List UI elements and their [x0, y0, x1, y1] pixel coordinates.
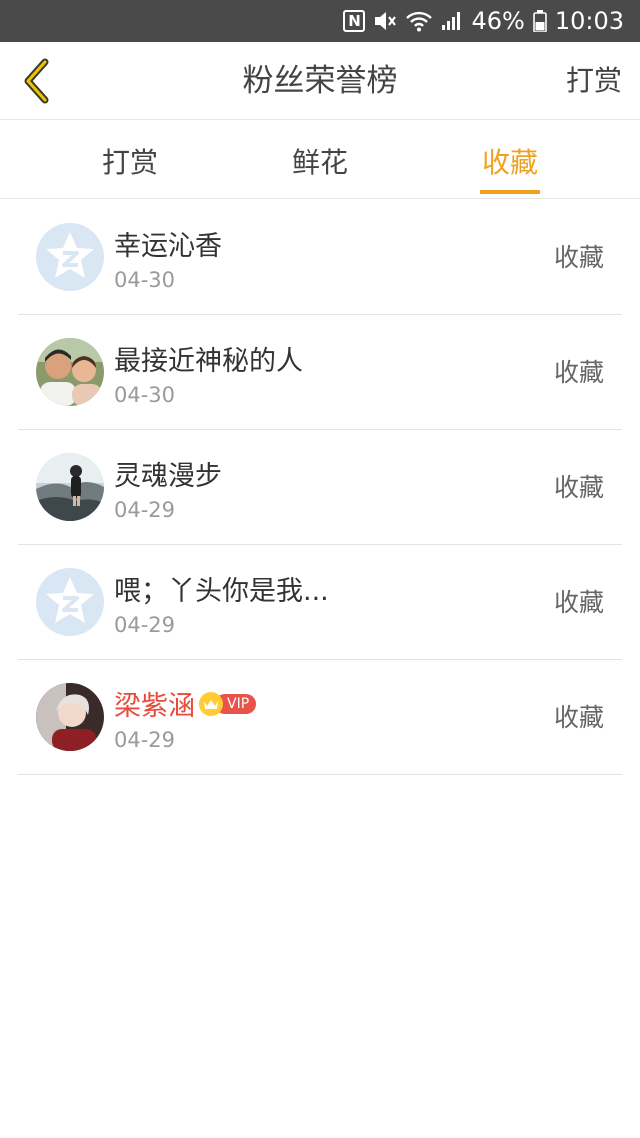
- list-item[interactable]: 梁紫涵 VIP 04-29 收藏: [18, 660, 622, 775]
- active-tab-indicator: [480, 190, 540, 194]
- vip-badge: VIP: [199, 691, 257, 716]
- user-name: 最接近神秘的人: [114, 346, 303, 377]
- item-date: 04-29: [114, 728, 176, 752]
- tab-bar: 打赏 鲜花 收藏: [0, 121, 640, 199]
- user-name: 灵魂漫步: [114, 461, 222, 492]
- signal-icon: [441, 11, 463, 31]
- battery-icon: [533, 10, 547, 32]
- list-item[interactable]: 最接近神秘的人 04-30 收藏: [18, 315, 622, 430]
- item-action-label: 收藏: [553, 358, 604, 387]
- tab-label: 鲜花: [291, 146, 348, 179]
- tab-favorites[interactable]: 收藏: [450, 121, 570, 199]
- user-name-row: 梁紫涵 VIP: [114, 684, 257, 723]
- default-avatar[interactable]: [36, 568, 104, 636]
- item-action-label: 收藏: [553, 473, 604, 502]
- photo-avatar[interactable]: [36, 338, 104, 406]
- tab-label: 打赏: [101, 146, 158, 179]
- item-action-label: 收藏: [553, 588, 604, 617]
- battery-percent: 46%: [471, 7, 525, 35]
- user-name: 幸运沁香: [114, 231, 222, 262]
- tab-flowers[interactable]: 鲜花: [260, 121, 380, 199]
- tab-reward[interactable]: 打赏: [70, 121, 190, 199]
- reward-button[interactable]: 打赏: [566, 42, 622, 120]
- status-bar: N 46% 10:03: [0, 0, 640, 42]
- photo-avatar[interactable]: [36, 683, 104, 751]
- item-action-label: 收藏: [553, 703, 604, 732]
- user-name: 喂；丫头你是我...: [114, 576, 329, 607]
- nfc-icon: N: [343, 10, 366, 32]
- star-icon: [36, 568, 104, 636]
- item-date: 04-29: [114, 498, 176, 522]
- fan-list: 幸运沁香 04-30 收藏 最接近神秘的人 04-30 收藏 灵魂漫步 04-2…: [18, 200, 622, 775]
- item-date: 04-29: [114, 613, 176, 637]
- page-title: 粉丝荣誉榜: [242, 63, 398, 99]
- wifi-icon: [405, 10, 433, 32]
- item-date: 04-30: [114, 383, 176, 407]
- photo-avatar-couple-icon: [36, 338, 104, 406]
- list-item[interactable]: 幸运沁香 04-30 收藏: [18, 200, 622, 315]
- photo-avatar[interactable]: [36, 453, 104, 521]
- default-avatar[interactable]: [36, 223, 104, 291]
- back-button[interactable]: [14, 56, 58, 106]
- user-name: 梁紫涵: [114, 691, 195, 722]
- star-icon: [36, 223, 104, 291]
- list-item[interactable]: 喂；丫头你是我... 04-29 收藏: [18, 545, 622, 660]
- list-item[interactable]: 灵魂漫步 04-29 收藏: [18, 430, 622, 545]
- status-time: 10:03: [554, 7, 624, 35]
- status-icons: N 46% 10:03: [343, 0, 624, 42]
- mute-icon: [373, 10, 397, 32]
- chevron-left-icon: [24, 58, 49, 104]
- item-date: 04-30: [114, 268, 176, 292]
- header: 粉丝荣誉榜 打赏: [0, 42, 640, 120]
- crown-icon: [199, 691, 223, 716]
- photo-avatar-person-icon: [36, 683, 104, 751]
- photo-avatar-landscape-icon: [36, 453, 104, 521]
- item-action-label: 收藏: [553, 243, 604, 272]
